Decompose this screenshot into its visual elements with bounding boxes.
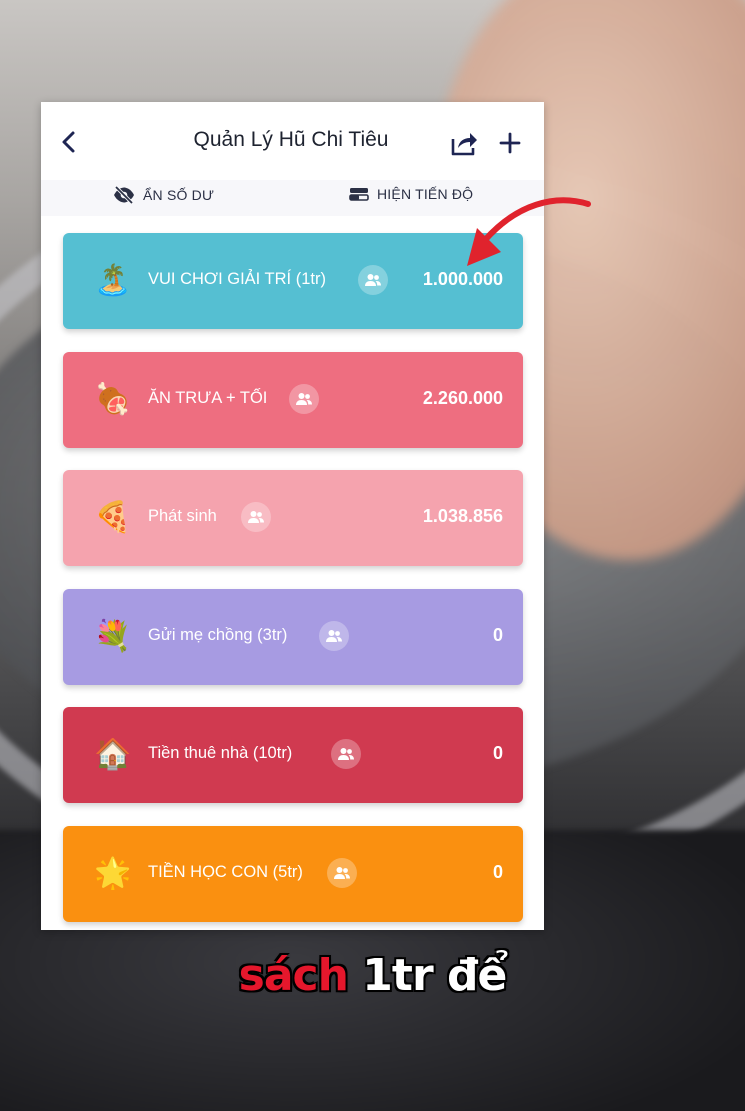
page-title: Quản Lý Hũ Chi Tiêu bbox=[193, 128, 389, 151]
options-bar: ẨN SỐ DƯ HIỆN TIẾN ĐỘ bbox=[41, 180, 544, 216]
jar-row[interactable]: 💐 Gửi mẹ chồng (3tr) 0 bbox=[63, 589, 523, 685]
jar-name: VUI CHƠI GIẢI TRÍ (1tr) bbox=[148, 270, 326, 288]
jar-balance: 0 bbox=[492, 743, 503, 763]
shared-users-icon[interactable] bbox=[241, 502, 271, 532]
shared-users-icon[interactable] bbox=[358, 265, 388, 295]
caption-highlight: sách bbox=[238, 950, 349, 1001]
shared-users-icon[interactable] bbox=[331, 739, 361, 769]
progress-icon bbox=[349, 188, 369, 201]
shared-users-icon[interactable] bbox=[319, 621, 349, 651]
add-jar-button[interactable] bbox=[496, 129, 524, 157]
jar-name: TIỀN HỌC CON (5tr) bbox=[148, 863, 303, 881]
back-button[interactable] bbox=[57, 126, 81, 158]
show-progress-toggle[interactable]: HIỆN TIẾN ĐỘ bbox=[349, 186, 473, 202]
share-button[interactable] bbox=[449, 128, 479, 158]
chevron-left-icon bbox=[62, 131, 75, 153]
app-screen: Quản Lý Hũ Chi Tiêu ẨN SỐ DƯ HIỆN TIẾN Đ… bbox=[41, 102, 544, 930]
plus-icon bbox=[499, 132, 521, 154]
jar-row[interactable]: 🏠 Tiền thuê nhà (10tr) 0 bbox=[63, 707, 523, 803]
jar-balance: 2.260.000 bbox=[422, 388, 503, 408]
show-progress-label: HIỆN TIẾN ĐỘ bbox=[377, 186, 474, 202]
jar-row[interactable]: 🍖 ĂN TRƯA + TỐI 2.260.000 bbox=[63, 352, 523, 448]
jar-name: Gửi mẹ chồng (3tr) bbox=[148, 626, 288, 644]
share-icon bbox=[451, 133, 477, 156]
jar-name: Phát sinh bbox=[148, 507, 217, 525]
bouquet-icon: 💐 bbox=[94, 619, 132, 654]
jar-balance: 0 bbox=[492, 625, 503, 645]
shared-users-icon[interactable] bbox=[289, 384, 319, 414]
app-header: Quản Lý Hũ Chi Tiêu bbox=[41, 102, 544, 180]
jar-row[interactable]: 🌟 TIỀN HỌC CON (5tr) 0 bbox=[63, 826, 523, 922]
caption-text: 1tr để bbox=[362, 950, 507, 1001]
jar-balance: 0 bbox=[492, 862, 503, 882]
hide-balance-label: ẨN SỐ DƯ bbox=[143, 187, 215, 203]
shared-users-icon[interactable] bbox=[327, 858, 357, 888]
meat-icon: 🍖 bbox=[94, 382, 132, 417]
jar-name: ĂN TRƯA + TỐI bbox=[148, 389, 268, 407]
jar-row[interactable]: 🍕 Phát sinh 1.038.856 bbox=[63, 470, 523, 566]
jar-name: Tiền thuê nhà (10tr) bbox=[148, 744, 293, 762]
jar-row[interactable]: 🏝️ VUI CHƠI GIẢI TRÍ (1tr) 1.000.000 bbox=[63, 233, 523, 329]
hide-balance-toggle[interactable]: ẨN SỐ DƯ bbox=[113, 186, 214, 204]
pizza-icon: 🍕 bbox=[94, 500, 132, 535]
beach-icon: 🏝️ bbox=[94, 263, 132, 298]
eye-off-icon bbox=[114, 186, 134, 204]
video-caption: sách 1tr để bbox=[0, 950, 745, 1001]
house-icon: 🏠 bbox=[94, 737, 132, 772]
jar-balance: 1.038.856 bbox=[422, 506, 503, 526]
star-icon: 🌟 bbox=[94, 856, 132, 891]
video-frame: Quản Lý Hũ Chi Tiêu ẨN SỐ DƯ HIỆN TIẾN Đ… bbox=[0, 0, 745, 1111]
jar-balance: 1.000.000 bbox=[422, 269, 503, 289]
